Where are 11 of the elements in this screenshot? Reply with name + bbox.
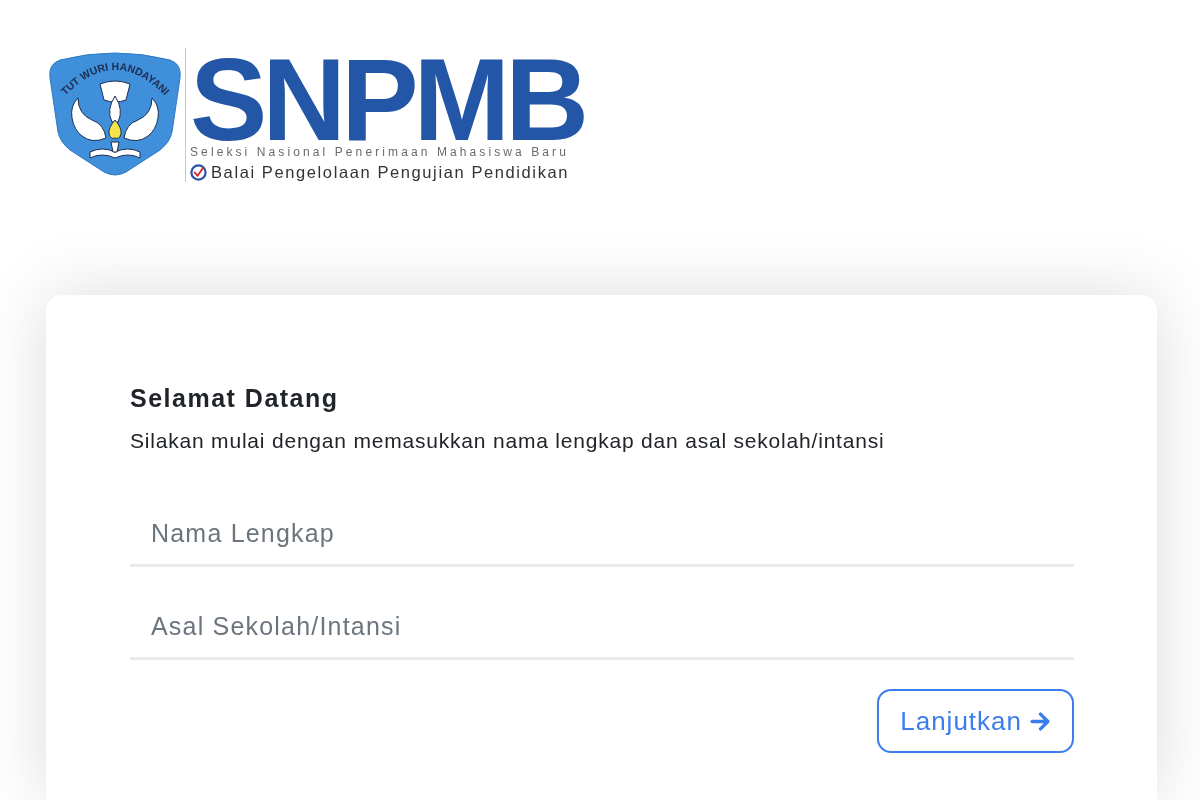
emblem-icon [49,52,181,176]
wordmark: SNPMB [190,52,584,144]
arrow-right-icon [1030,711,1051,731]
institution-name: Balai Pengelolaan Pengujian Pendidikan [211,162,570,182]
input-field[interactable]: Nama Lengkap [130,503,1074,567]
check-circle-icon [190,163,207,181]
input-field[interactable]: Asal Sekolah/Intansi [130,596,1074,660]
card-title: Selamat Datang [130,383,339,413]
tagline: Seleksi Nasional Penerimaan Mahasiswa Baru [190,144,569,160]
continue-button[interactable]: Lanjutkan [877,689,1074,753]
card-subtitle: Silakan mulai dengan memasukkan nama lengkap dan asal sekolah/intansi [130,428,885,454]
